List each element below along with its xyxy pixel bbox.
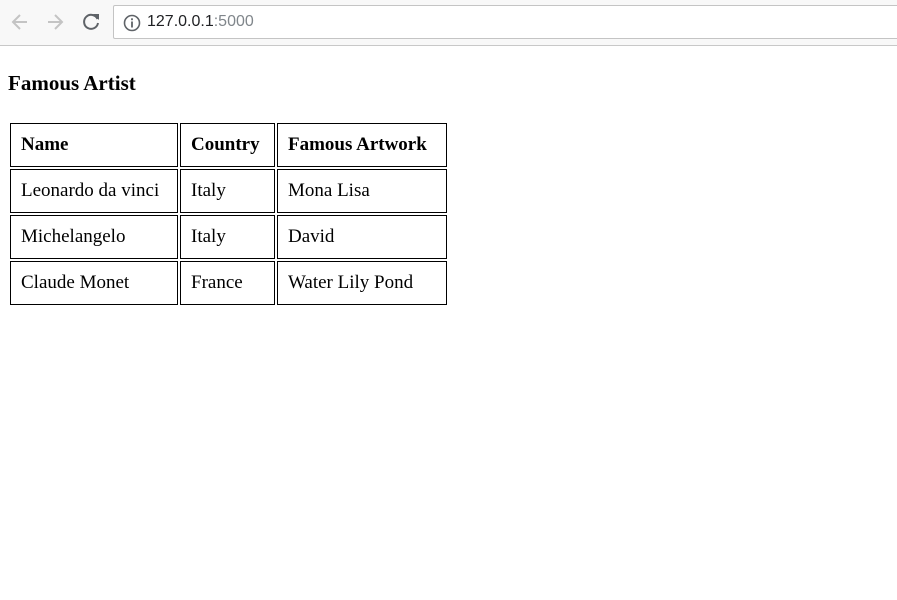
cell-country: France [180, 261, 275, 305]
cell-name: Leonardo da vinci [10, 169, 178, 213]
info-icon[interactable] [123, 14, 141, 32]
browser-toolbar: 127.0.0.1:5000 [0, 0, 897, 46]
cell-country: Italy [180, 169, 275, 213]
reload-icon [83, 13, 99, 30]
page-title: Famous Artist [8, 71, 136, 95]
address-bar[interactable]: 127.0.0.1:5000 [113, 5, 897, 39]
url-text[interactable]: 127.0.0.1:5000 [147, 12, 254, 32]
url-port: :5000 [213, 13, 254, 30]
header-country: Country [180, 123, 275, 167]
reload-button[interactable] [78, 9, 104, 35]
url-host: 127.0.0.1 [147, 13, 214, 30]
cell-artwork: Mona Lisa [277, 169, 447, 213]
table-row: Michelangelo Italy David [10, 215, 447, 259]
table-header-row: Name Country Famous Artwork [10, 123, 447, 167]
cell-artwork: Water Lily Pond [277, 261, 447, 305]
forward-button[interactable] [42, 9, 68, 35]
back-button[interactable] [7, 9, 33, 35]
cell-name: Claude Monet [10, 261, 178, 305]
cell-artwork: David [277, 215, 447, 259]
arrow-right-icon [48, 14, 64, 30]
page-content: Famous Artist Name Country Famous Artwor… [0, 47, 897, 600]
arrow-left-icon [11, 14, 27, 30]
cell-country: Italy [180, 215, 275, 259]
header-name: Name [10, 123, 178, 167]
table-row: Claude Monet France Water Lily Pond [10, 261, 447, 305]
table-row: Leonardo da vinci Italy Mona Lisa [10, 169, 447, 213]
header-famous-artwork: Famous Artwork [277, 123, 447, 167]
cell-name: Michelangelo [10, 215, 178, 259]
artists-table: Name Country Famous Artwork Leonardo da … [8, 121, 449, 307]
